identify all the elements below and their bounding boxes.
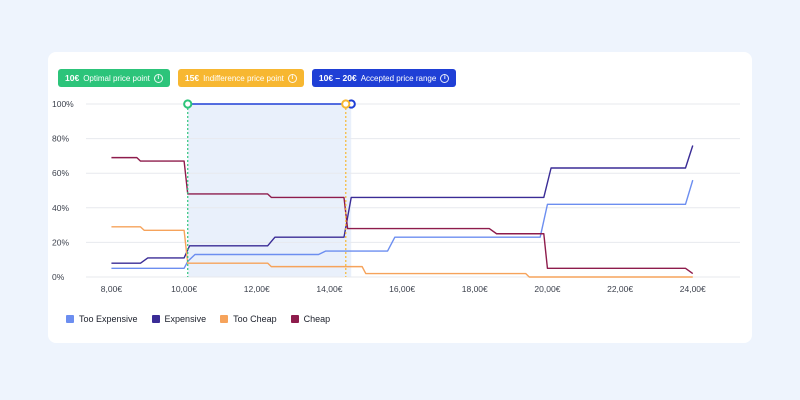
legend-swatch (290, 315, 299, 323)
x-tick-label: 18,00€ (462, 284, 488, 294)
chart-legend: Too Expensive Expensive Too Cheap Cheap (66, 314, 330, 324)
y-tick-label: 80% (52, 134, 69, 144)
legend-item-expensive[interactable]: Expensive (151, 314, 207, 324)
legend-swatch (66, 315, 74, 323)
x-tick-label: 20,00€ (534, 284, 560, 294)
y-tick-label: 40% (52, 203, 69, 213)
legend-swatch (220, 315, 229, 323)
y-tick-label: 60% (52, 168, 69, 178)
x-tick-label: 10,00€ (171, 284, 197, 294)
x-tick-label: 12,00€ (244, 284, 270, 294)
price-sensitivity-chart: 0% 20% 40% 60% 80% 100% 8,00€ 10,00€ 12,00€ 14,00… (52, 99, 740, 294)
indifference-price-handle[interactable] (341, 99, 351, 109)
x-tick-label: 16,00€ (389, 284, 415, 294)
x-tick-label: 14,00€ (316, 284, 342, 294)
legend-label: Expensive (164, 314, 207, 324)
legend-item-cheap[interactable]: Cheap (290, 314, 331, 324)
legend-item-too-expensive[interactable]: Too Expensive (66, 314, 138, 324)
chart-card: 10€ Optimal price point i 15€ Indifferen… (48, 52, 752, 343)
legend-label: Cheap (303, 314, 331, 324)
x-tick-label: 22,00€ (607, 284, 633, 294)
y-tick-label: 100% (52, 99, 74, 109)
legend-label: Too Cheap (233, 314, 277, 324)
optimal-price-handle[interactable] (183, 99, 193, 109)
x-tick-label: 8,00€ (101, 284, 123, 294)
legend-swatch (151, 315, 160, 323)
x-tick-label: 24,00€ (680, 284, 706, 294)
y-tick-label: 20% (52, 237, 69, 247)
legend-item-too-cheap[interactable]: Too Cheap (220, 314, 277, 324)
legend-label: Too Expensive (79, 314, 138, 324)
y-tick-label: 0% (52, 272, 65, 282)
